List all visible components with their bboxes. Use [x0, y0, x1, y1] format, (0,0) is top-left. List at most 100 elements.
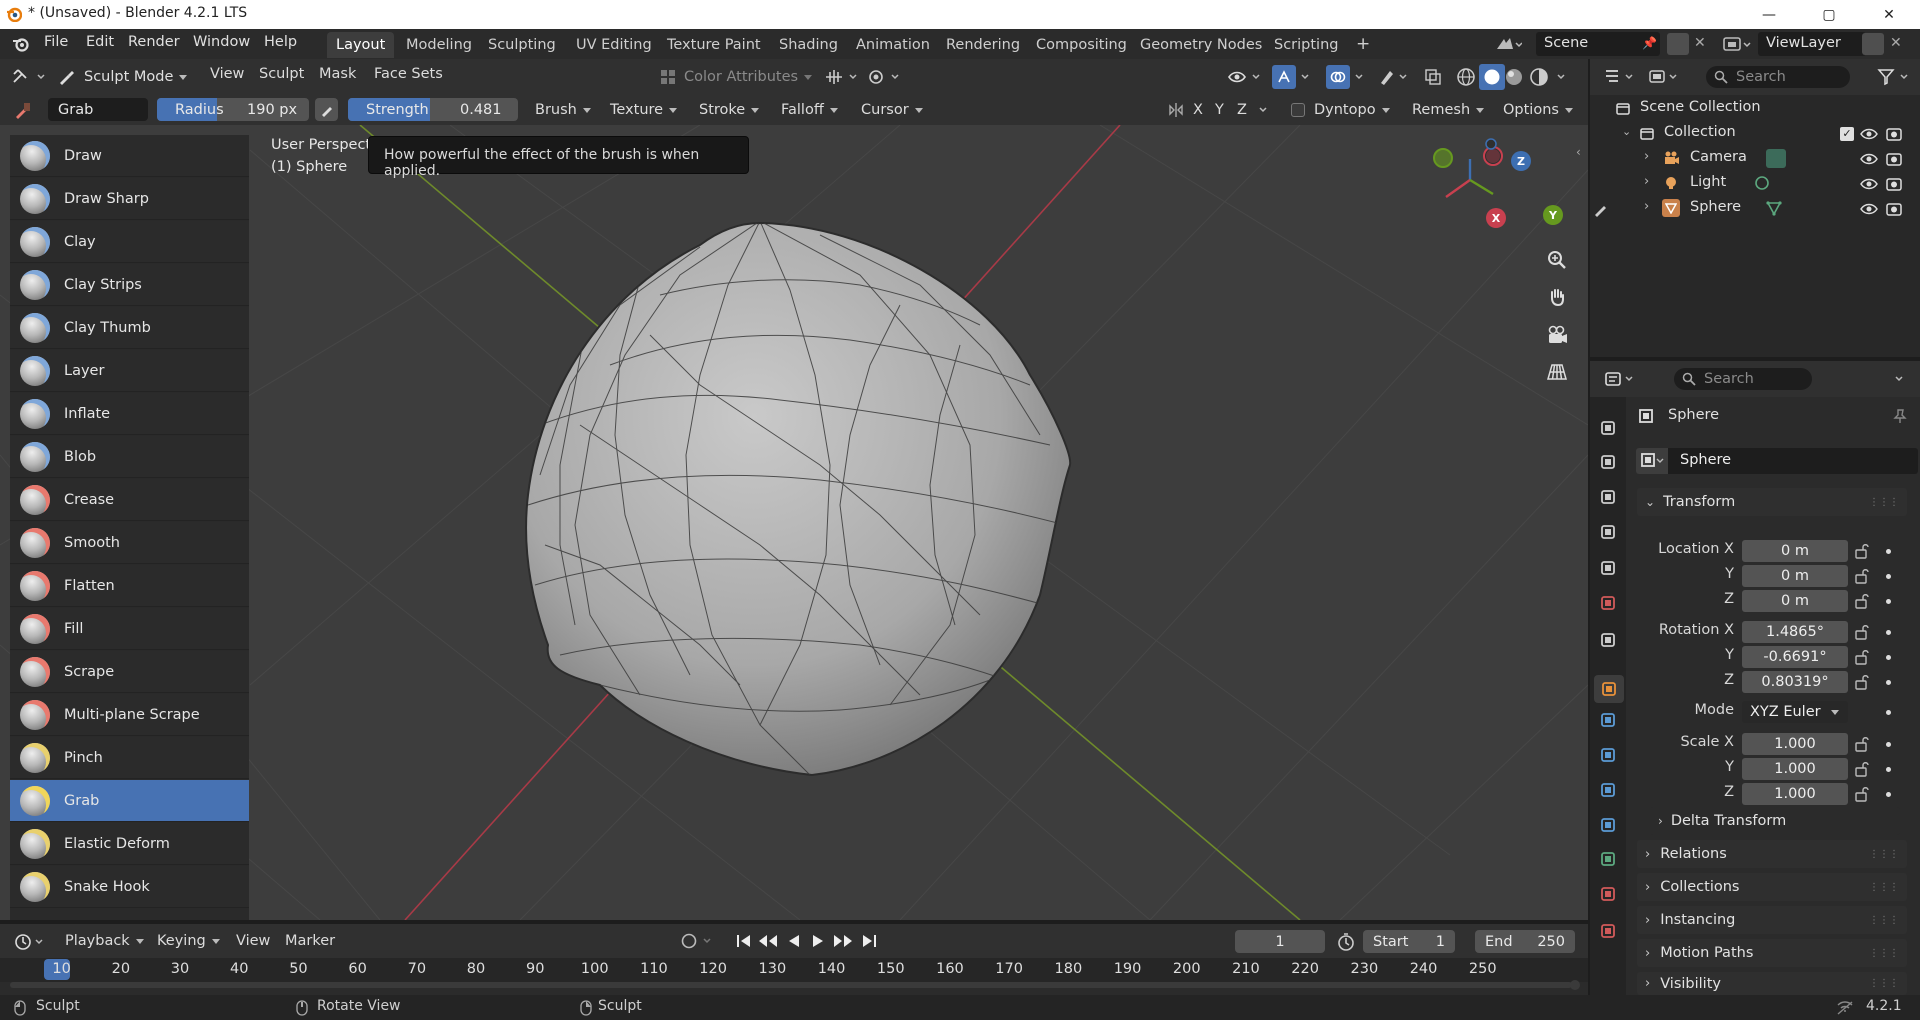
tab-modeling[interactable]: Modeling [397, 32, 481, 58]
playback-dropdown[interactable]: Playback [65, 930, 144, 952]
remesh-dropdown[interactable]: Remesh [1412, 99, 1485, 121]
brush-item-layer[interactable]: Layer [10, 350, 249, 392]
rotation-mode-dropdown[interactable]: XYZ Euler [1742, 701, 1848, 723]
tab-geometry-nodes[interactable]: Geometry Nodes [1131, 32, 1271, 58]
delete-view-layer-icon[interactable]: ✕ [1890, 35, 1902, 51]
eye-icon[interactable] [1860, 202, 1878, 216]
panel-relations[interactable]: › Relations ⋮⋮⋮ [1637, 840, 1907, 868]
expand-arrow-icon[interactable]: › [1644, 174, 1649, 189]
brush-item-clay-strips[interactable]: Clay Strips [10, 264, 249, 306]
radius-slider[interactable]: Radius 190 px [157, 98, 309, 121]
output-tab-icon[interactable] [1599, 488, 1617, 506]
particles-tab-icon[interactable] [1599, 746, 1617, 764]
shading-dropdown-icon[interactable] [1556, 68, 1568, 86]
delta-transform-header[interactable]: › Delta Transform [1650, 807, 1900, 835]
mirror-x-toggle[interactable]: X [1193, 99, 1203, 121]
brush-item-grab[interactable]: Grab [10, 780, 249, 822]
camera-data-icon[interactable] [1766, 149, 1786, 168]
drag-handle-icon[interactable]: ⋮⋮⋮ [1869, 497, 1899, 508]
brush-dropdown[interactable]: Brush [535, 99, 591, 121]
menu-help[interactable]: Help [264, 34, 297, 50]
tab-rendering[interactable]: Rendering [937, 32, 1029, 58]
visibility-icon[interactable] [1227, 68, 1267, 86]
collection-tab-icon[interactable] [1599, 631, 1617, 649]
drag-handle-icon[interactable]: ⋮⋮⋮ [1869, 849, 1899, 860]
jump-keyframe-back-icon[interactable] [757, 932, 779, 950]
cursor-dropdown[interactable]: Cursor [861, 99, 923, 121]
collection-checkbox[interactable]: ✓ [1840, 127, 1854, 141]
close-button[interactable]: ✕ [1866, 0, 1912, 29]
tab-sculpting[interactable]: Sculpting [479, 32, 565, 58]
texture-dropdown[interactable]: Texture [610, 99, 678, 121]
timeline-ruler[interactable]: 1 10 20 30 40 50 60 70 80 90 100 110 120 130 140 150 160… [0, 958, 1588, 982]
minimize-button[interactable]: — [1746, 0, 1792, 29]
overlays-toggle-icon[interactable] [1326, 65, 1350, 89]
lock-icon[interactable] [1854, 593, 1872, 609]
tab-layout[interactable]: Layout [327, 32, 395, 58]
render-camera-icon[interactable] [1886, 202, 1902, 216]
tab-animation[interactable]: Animation [847, 32, 939, 58]
current-frame-field[interactable]: 1 [1235, 930, 1325, 953]
falloff-dropdown[interactable]: Falloff [781, 99, 838, 121]
transform-value-field[interactable]: 0 m [1742, 540, 1848, 562]
brush-item-flatten[interactable]: Flatten [10, 565, 249, 607]
xray-toggle-icon[interactable] [1424, 68, 1442, 86]
collapse-arrow-icon[interactable]: ⌄ [1622, 125, 1631, 138]
gizmo-toggle-icon[interactable] [1272, 65, 1296, 89]
drag-handle-icon[interactable]: ⋮⋮⋮ [1869, 948, 1899, 959]
material-tab-icon[interactable] [1599, 885, 1617, 903]
mesh-edit-overlay-icon[interactable] [1378, 68, 1412, 86]
new-view-layer-icon[interactable] [1862, 33, 1884, 55]
pivot-icon[interactable] [868, 68, 908, 86]
keyframe-dot-icon[interactable] [1886, 680, 1891, 685]
brush-item-draw-sharp[interactable]: Draw Sharp [10, 178, 249, 220]
brush-item-clay[interactable]: Clay [10, 221, 249, 263]
brush-preview-icon[interactable] [14, 101, 32, 119]
drag-handle-icon[interactable]: ⋮⋮⋮ [1869, 915, 1899, 926]
material-shading-icon[interactable] [1504, 67, 1524, 87]
menu-face-sets[interactable]: Face Sets [374, 63, 443, 85]
constraints-tab-icon[interactable] [1599, 816, 1617, 834]
lock-icon[interactable] [1854, 761, 1872, 777]
view-layer-name-field[interactable]: ViewLayer [1758, 32, 1866, 56]
play-icon[interactable] [810, 932, 826, 950]
keyframe-dot-icon[interactable] [1886, 767, 1891, 772]
scene-tab-icon[interactable] [1599, 559, 1617, 577]
editor-type-icon[interactable] [12, 68, 50, 86]
expand-arrow-icon[interactable]: › [1644, 199, 1649, 214]
gizmo-z-axis[interactable]: Z [1511, 151, 1531, 171]
menu-mask[interactable]: Mask [319, 63, 356, 85]
scene-selector-icon[interactable] [1494, 35, 1522, 53]
strength-slider[interactable]: Strength 0.481 [348, 98, 518, 121]
keyframe-dot-icon[interactable] [1886, 792, 1891, 797]
brush-item-multi-plane-scrape[interactable]: Multi-plane Scrape [10, 694, 249, 736]
transform-value-field[interactable]: 1.000 [1742, 758, 1848, 780]
transform-value-field[interactable]: -0.6691° [1742, 646, 1848, 668]
menu-file[interactable]: File [44, 34, 68, 50]
filter-icon[interactable] [1877, 68, 1913, 86]
rendered-shading-icon[interactable] [1529, 67, 1549, 87]
menu-view[interactable]: View [210, 63, 244, 85]
transform-value-field[interactable]: 1.000 [1742, 783, 1848, 805]
mode-selector[interactable]: Sculpt Mode [58, 66, 188, 88]
start-frame-field[interactable]: Start 1 [1363, 930, 1455, 953]
lock-icon[interactable] [1854, 543, 1872, 559]
blender-menu-icon[interactable] [12, 36, 30, 52]
menu-edit[interactable]: Edit [86, 34, 114, 50]
keyframe-dot-icon[interactable] [1886, 549, 1891, 554]
pan-hand-icon[interactable] [1540, 280, 1574, 314]
keyframe-dot-icon[interactable] [1886, 630, 1891, 635]
mirror-y-toggle[interactable]: Y [1215, 99, 1224, 121]
transform-value-field[interactable]: 0 m [1742, 590, 1848, 612]
transform-value-field[interactable]: 0.80319° [1742, 671, 1848, 693]
data-tab-icon[interactable] [1599, 850, 1617, 868]
display-mode-icon[interactable] [1648, 68, 1682, 86]
add-workspace-button[interactable]: + [1347, 32, 1379, 58]
eye-icon[interactable] [1860, 127, 1878, 141]
overlays-dropdown-icon[interactable] [1354, 68, 1366, 86]
drag-handle-icon[interactable]: ⋮⋮⋮ [1869, 978, 1899, 989]
view-layer-icon[interactable] [1722, 35, 1754, 53]
keying-dropdown[interactable]: Keying [157, 930, 220, 952]
texture-tab-icon[interactable] [1599, 922, 1617, 940]
expand-arrow-icon[interactable]: › [1644, 149, 1649, 164]
